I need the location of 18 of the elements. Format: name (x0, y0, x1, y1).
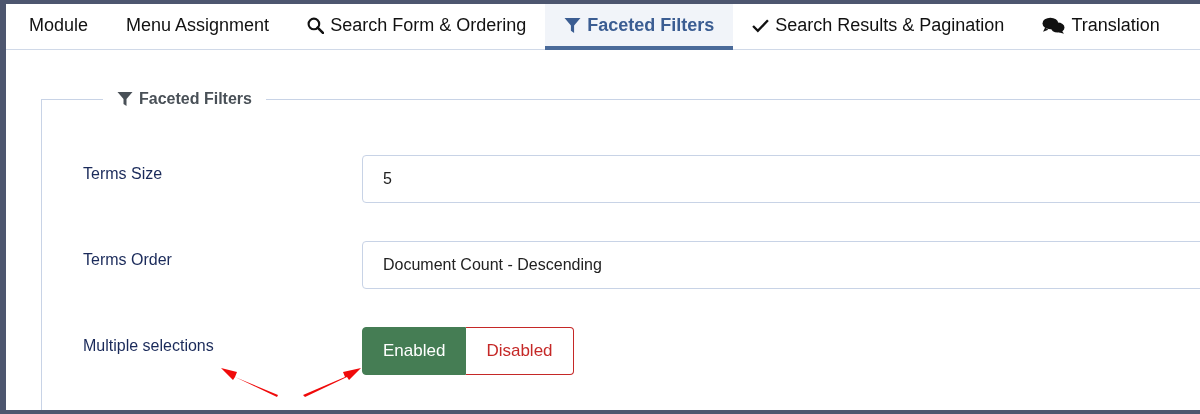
toggle-option[interactable]: Enabled (362, 327, 467, 375)
toggle-option[interactable]: Disabled (466, 327, 574, 375)
tab[interactable]: Menu Assignment (107, 4, 289, 50)
legend-text: Faceted Filters (139, 90, 252, 108)
tab[interactable]: Faceted Filters (545, 4, 734, 50)
field-label: Terms Size (83, 164, 164, 183)
chat-bubbles-icon (1042, 16, 1066, 34)
input-field[interactable]: 5 (362, 155, 1200, 203)
filter-icon (564, 16, 582, 34)
tab[interactable]: Search Results & Pagination (733, 4, 1024, 50)
field-label: Terms Order (83, 250, 173, 269)
select-field[interactable]: Document Count - Descending (362, 241, 1200, 289)
field-label: Multiple selections (83, 336, 215, 355)
tab[interactable]: Module (10, 4, 108, 50)
filter-icon (117, 91, 133, 107)
search-icon (307, 16, 325, 34)
tab[interactable]: Translation (1023, 4, 1179, 50)
tab[interactable]: Search Form & Ordering (288, 4, 546, 50)
